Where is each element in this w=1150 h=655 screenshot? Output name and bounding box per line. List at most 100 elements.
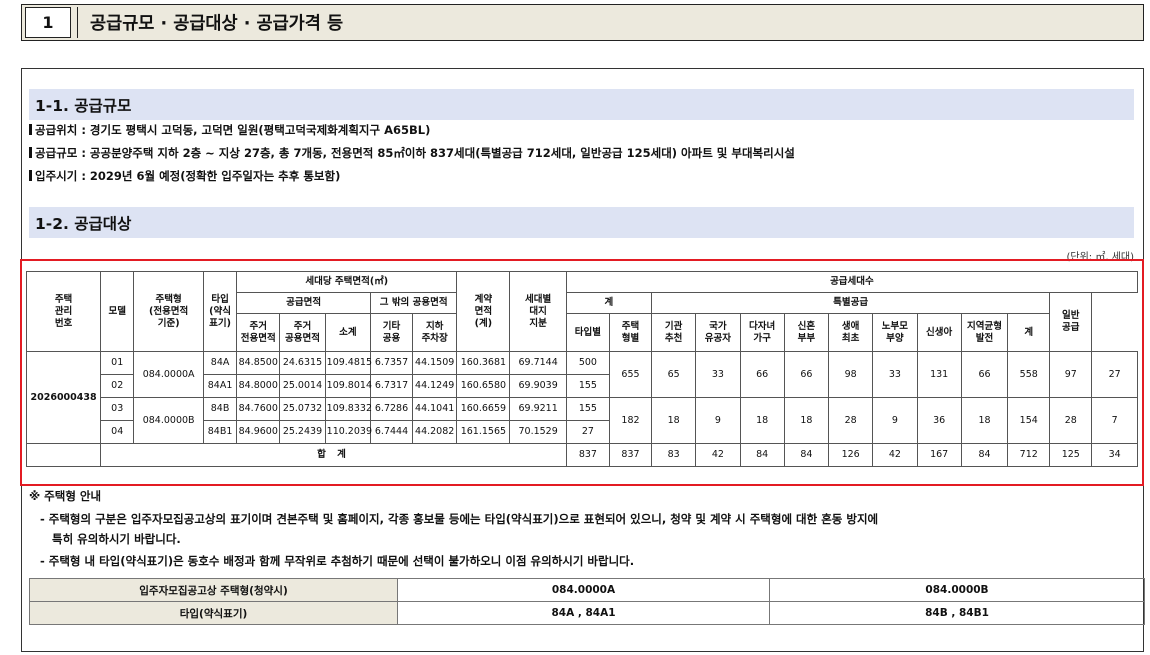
cell-land: 70.1529 [509,420,567,444]
cell-sp: 36 [916,397,962,444]
cell-by-type: 155 [565,374,610,398]
cell-model: 02 [100,374,135,398]
section-title-bar: 1 공급규모 · 공급대상 · 공급가격 등 [21,4,1144,41]
total-sp: 126 [828,443,874,467]
type-row1-label: 입주자모집공고상 주택형(청약시) [29,578,398,602]
type-row2-b: 84B , 84B1 [769,601,1145,625]
cell-by-type: 27 [565,420,610,444]
cell-sp: 9 [872,397,918,444]
note-line: - 주택형 내 타입(약식표기)은 동호수 배정과 함께 무작위로 추첨하기 때… [40,554,635,568]
header-sp-institution: 기관 추천 [651,313,697,352]
cell-type: 84B1 [202,420,238,444]
cell-common: 24.6315 [279,351,326,375]
total-sp: 84 [739,443,785,467]
header-sp-total: 계 [1007,313,1051,352]
header-parking: 지하 주차장 [412,313,458,352]
table-row: 03 084.0000B 84B 84.7600 25.0732 109.833… [27,397,1138,444]
total-row: 합 계 837 837 83 42 84 84 126 42 167 84 71… [25,443,1138,467]
total-general: 125 [1049,443,1093,467]
cell-sp: 66 [960,351,1009,398]
header-exclusive-area: 주거 전용면적 [236,313,281,352]
total-sp: 42 [695,443,741,467]
header-general-supply: 일반 공급 [1049,292,1093,352]
header-area-per-unit: 세대당 주택면적(㎡) [236,271,458,293]
cell-sp: 18 [651,397,697,444]
cell-general: 97 [1049,351,1093,398]
type-row2-label: 타입(약식표기) [29,601,398,625]
header-sp-newlywed: 신혼 부부 [783,313,830,352]
cell-model: 03 [100,397,135,421]
total-lowest: 34 [1091,443,1138,467]
notes-title: ※ 주택형 안내 [29,489,102,503]
cell-parking: 44.2082 [412,420,458,444]
total-sp: 84 [783,443,830,467]
cell-by-type: 155 [565,397,610,421]
cell-contract: 160.6659 [456,397,511,421]
cell-subtotal: 109.4815 [324,351,372,375]
header-model: 모델 [100,271,135,352]
type-row2-a: 84A , 84A1 [397,601,770,625]
cell-lowest: 7 [1091,397,1138,444]
cell-sp-total: 558 [1007,351,1051,398]
cell-subtotal: 110.2039 [324,420,372,444]
header-type: 타입 (약식 표기) [202,271,238,352]
table-row: 타입(약식표기) 84A , 84A1 84B , 84B1 [29,601,1145,625]
table-row: 2026000438 01 084.0000A 84A 84.8500 24.6… [25,351,1138,444]
section-title: 공급규모 · 공급대상 · 공급가격 등 [77,7,1140,38]
supply-table: 주택 관리 번호 모델 주택형 (전용면적 기준) 타입 (약식 표기) 세대당… [25,271,1139,467]
cell-housing-type: 084.0000B [133,397,204,444]
total-sp-total: 712 [1007,443,1051,467]
header-sp-multichild: 다자녀 가구 [739,313,785,352]
cell-etc: 6.7357 [369,351,414,375]
cell-sp: 18 [739,397,785,444]
cell-sp: 98 [828,351,874,398]
cell-etc: 6.7444 [369,420,414,444]
cell-contract: 160.3681 [456,351,511,375]
header-sp-elderly-parent: 노부모 부양 [872,313,918,352]
cell-lowest: 27 [1091,351,1138,398]
cell-model: 01 [100,351,135,375]
cell-parking: 44.1249 [412,374,458,398]
type-mapping-table: 입주자모집공고상 주택형(청약시) 084.0000A 084.0000B 타입… [29,578,1145,625]
table-row: 입주자모집공고상 주택형(청약시) 084.0000A 084.0000B [29,578,1145,602]
cell-type: 84A [202,351,238,375]
header-housing-type: 주택형 (전용면적 기준) [133,271,204,352]
cell-exclusive: 84.8500 [236,351,281,375]
cell-subtotal: 109.8332 [324,397,372,421]
note-line: - 주택형의 구분은 입주자모집공고상의 표기이며 견본주택 및 홈페이지, 각… [40,512,879,526]
header-sp-firsttime: 생애 최초 [828,313,874,352]
subsection-title-supply-target: 1-2. 공급대상 [29,207,1134,238]
cell-common: 25.0732 [279,397,326,421]
section-number: 1 [25,7,71,38]
cell-type: 84A1 [202,374,238,398]
header-sp-regional: 지역균형 발전 [960,313,1009,352]
cell-sp: 66 [739,351,785,398]
header-sp-veteran: 국가 유공자 [695,313,741,352]
cell-sp: 18 [960,397,1009,444]
cell-model: 04 [100,420,135,444]
header-special-supply: 특별공급 [651,292,1051,314]
bullet-location: 공급위치 : 경기도 평택시 고덕동, 고덕면 일원(평택고덕국제화계획지구 A… [29,122,430,138]
mgmt-number: 2026000438 [25,351,102,444]
header-mgmt-no: 주택 관리 번호 [25,271,102,352]
cell-common: 25.2439 [279,420,326,444]
total-sp: 167 [916,443,962,467]
bullet-scale: 공급규모 : 공공분양주택 지하 2층 ~ 지상 27층, 총 7개동, 전용면… [29,145,795,161]
header-units-total: 계 [565,292,653,314]
header-by-housing-type: 주택 형별 [608,313,653,352]
total-sp: 42 [872,443,918,467]
header-land-share: 세대별 대지 지분 [509,271,567,352]
header-contract-area: 계약 면적 (계) [456,271,511,352]
header-supply-units: 공급세대수 [565,271,1139,293]
cell-contract: 160.6580 [456,374,511,398]
cell-type: 84B [202,397,238,421]
total-sp: 84 [960,443,1009,467]
header-etc-common: 기타 공용 [369,313,414,352]
type-row1-b: 084.0000B [769,578,1145,602]
cell-sp-total: 154 [1007,397,1051,444]
header-other-common-area: 그 밖의 공용면적 [369,292,458,314]
cell-parking: 44.1041 [412,397,458,421]
cell-subtotal: 109.8014 [324,374,372,398]
cell-by-type: 500 [565,351,610,375]
cell-land: 69.9039 [509,374,567,398]
